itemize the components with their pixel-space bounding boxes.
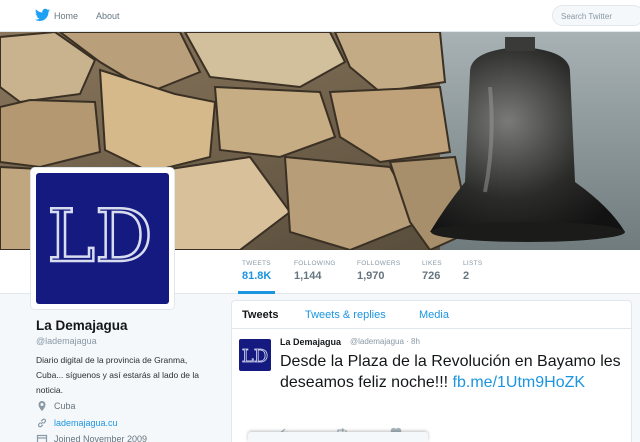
profile-location: Cuba xyxy=(36,400,76,412)
stat-lists[interactable]: LISTS 2 xyxy=(463,260,483,282)
profile-joined: Joined November 2009 xyxy=(36,433,147,442)
website-link[interactable]: lademajagua.cu xyxy=(54,418,118,428)
stat-likes-label: LIKES xyxy=(422,260,442,267)
link-icon xyxy=(37,418,47,428)
search-box[interactable] xyxy=(552,5,640,26)
profile-website: lademajagua.cu xyxy=(36,417,118,429)
profile-avatar[interactable]: LD xyxy=(30,167,175,310)
location-pin-icon xyxy=(38,401,46,411)
stat-tweets-label: TWEETS xyxy=(242,260,271,267)
stat-tweets-value: 81.8K xyxy=(242,270,272,282)
stat-following-value: 1,144 xyxy=(294,270,322,282)
nav-about-link[interactable]: About xyxy=(96,11,120,21)
joined-text: Joined November 2009 xyxy=(54,434,148,442)
calendar-icon xyxy=(36,434,48,442)
avatar-logo-text: LD xyxy=(47,194,153,278)
stat-followers[interactable]: FOLLOWERS 1,970 xyxy=(357,260,401,282)
stat-following-label: FOLLOWING xyxy=(294,260,336,267)
top-nav: Home About xyxy=(0,0,640,32)
tweet-handle-time[interactable]: @lademajagua · 8h xyxy=(350,337,420,346)
tweet-text: Desde la Plaza de la Revolución en Bayam… xyxy=(280,351,625,393)
stat-followers-label: FOLLOWERS xyxy=(357,260,401,267)
tweet-avatar-text: LD xyxy=(242,346,268,367)
tweet-avatar[interactable]: LD xyxy=(239,339,271,371)
profile-handle: @lademajagua xyxy=(36,336,97,346)
search-input[interactable] xyxy=(553,7,640,26)
stat-following[interactable]: FOLLOWING 1,144 xyxy=(294,260,336,282)
tweet-author-name[interactable]: La Demajagua xyxy=(280,337,341,347)
location-text: Cuba xyxy=(54,401,76,411)
stat-likes-value: 726 xyxy=(422,270,441,282)
avatar-logo: LD xyxy=(36,173,169,304)
timeline: Tweets Tweets & replies Media LD La Dema… xyxy=(231,300,632,442)
twitter-bird-icon[interactable] xyxy=(35,8,50,22)
stat-likes[interactable]: LIKES 726 xyxy=(422,260,442,282)
stat-followers-value: 1,970 xyxy=(357,270,385,282)
stat-lists-value: 2 xyxy=(463,270,470,282)
profile-bio: Diario digital de la provincia de Granma… xyxy=(36,355,200,395)
tab-tweets[interactable]: Tweets xyxy=(242,309,278,321)
profile-name: La Demajagua xyxy=(36,318,128,333)
tab-tweets-replies[interactable]: Tweets & replies xyxy=(305,309,386,321)
stat-tweets[interactable]: TWEETS 81.8K xyxy=(237,260,276,294)
stat-lists-label: LISTS xyxy=(463,260,483,267)
overlay-edge xyxy=(248,432,428,442)
nav-home-link[interactable]: Home xyxy=(54,11,78,21)
tweet-link[interactable]: fb.me/1Utm9HoZK xyxy=(453,374,585,391)
timeline-tabs: Tweets Tweets & replies Media xyxy=(232,301,631,329)
tab-media[interactable]: Media xyxy=(419,309,449,321)
